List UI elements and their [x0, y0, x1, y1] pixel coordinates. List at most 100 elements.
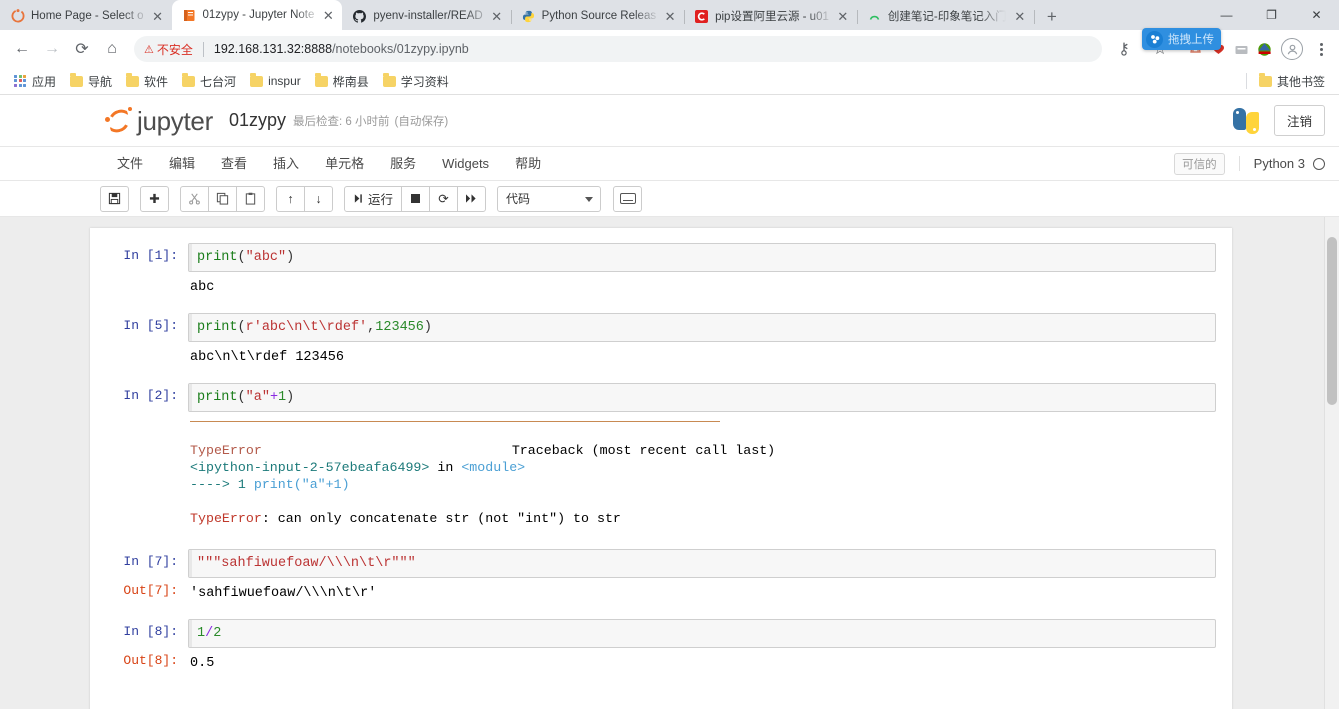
- cell-type-select[interactable]: 代码: [497, 185, 602, 212]
- jupyter-logo[interactable]: jupyter: [104, 106, 213, 136]
- code-token: print: [197, 250, 238, 265]
- chrome-menu-icon[interactable]: [1311, 42, 1331, 56]
- code-token: (: [237, 390, 246, 405]
- copy-cell-button[interactable]: [208, 185, 237, 212]
- bookmark-label: inspur: [268, 74, 301, 88]
- bookmark-label: 七台河: [200, 74, 237, 89]
- code-token: (: [237, 250, 246, 265]
- browser-tab-4[interactable]: Python Source Releas ✕: [511, 2, 686, 30]
- menu-item-kernel[interactable]: 服务: [377, 147, 429, 181]
- navigation-bar: ← → ⟳ ⌂ ⚠ 不安全 192.168.131.32:8888/notebo…: [0, 30, 1339, 68]
- notebook-cell-4[interactable]: In [7]: """sahfiwuefoaw/\\\n\t\r""": [106, 549, 1216, 578]
- bookmarks-divider: [1245, 73, 1247, 89]
- drag-upload-badge[interactable]: 拖拽上传: [1142, 28, 1221, 50]
- forward-button[interactable]: →: [38, 35, 66, 63]
- bookmark-apps[interactable]: 应用: [8, 70, 62, 93]
- code-input-area[interactable]: """sahfiwuefoaw/\\\n\t\r""": [188, 549, 1216, 578]
- extension-icon-4[interactable]: [1255, 40, 1273, 58]
- bookmark-label: 软件: [144, 74, 169, 89]
- notebook-cell-2[interactable]: In [5]: print(r'abc\n\t\rdef',123456): [106, 313, 1216, 342]
- page-scrollbar[interactable]: [1324, 217, 1339, 709]
- output-content: abc\n\t\rdef 123456: [188, 342, 1216, 369]
- code-input-area[interactable]: print(r'abc\n\t\rdef',123456): [188, 313, 1216, 342]
- menu-item-edit[interactable]: 编辑: [156, 147, 208, 181]
- notebook-cell-3[interactable]: In [2]: print("a"+1): [106, 383, 1216, 412]
- folder-icon: [1258, 73, 1272, 87]
- menu-item-widgets[interactable]: Widgets: [429, 147, 502, 181]
- browser-tab-6[interactable]: 创建笔记-印象笔记入门 ✕: [857, 2, 1035, 30]
- header-actions: 注销: [1232, 105, 1325, 136]
- tab-close-icon[interactable]: ✕: [1012, 8, 1028, 24]
- profile-avatar-icon[interactable]: [1281, 38, 1303, 60]
- tab-title: pip设置阿里云源 - u01: [715, 11, 829, 23]
- bookmark-item-2[interactable]: 软件: [120, 70, 174, 93]
- tab-close-icon[interactable]: ✕: [835, 8, 851, 24]
- menu-item-file[interactable]: 文件: [104, 147, 156, 181]
- folder-icon: [382, 73, 396, 87]
- run-cell-button[interactable]: 运行: [344, 185, 403, 212]
- code-input-area[interactable]: print("a"+1): [188, 383, 1216, 412]
- kernel-indicator[interactable]: Python 3: [1238, 156, 1325, 171]
- notebook-cell-1[interactable]: In [1]: print("abc"): [106, 243, 1216, 272]
- stop-square-icon: [411, 194, 421, 203]
- bookmark-label: 导航: [88, 74, 113, 89]
- notebook-cell-5[interactable]: In [8]: 1/2: [106, 619, 1216, 648]
- execute-result-output: 'sahfiwuefoaw/\\\n\t\r': [190, 586, 377, 601]
- tab-close-icon[interactable]: ✕: [150, 8, 166, 24]
- new-tab-button[interactable]: +: [1038, 2, 1066, 30]
- browser-tab-3[interactable]: pyenv-installer/READ ✕: [342, 2, 512, 30]
- cut-cell-button[interactable]: [180, 185, 209, 212]
- kernel-idle-icon: [1313, 157, 1325, 170]
- keyboard-icon: [619, 193, 636, 204]
- interrupt-kernel-button[interactable]: [401, 185, 431, 212]
- scrollbar-thumb[interactable]: [1327, 237, 1337, 405]
- browser-tab-2[interactable]: 01zypy - Jupyter Note ✕: [171, 0, 343, 30]
- paste-cell-button[interactable]: [236, 185, 265, 212]
- input-prompt: In [1]:: [123, 248, 178, 263]
- close-button[interactable]: ✕: [1294, 0, 1339, 30]
- traceback-arrow: ----> 1: [190, 477, 254, 492]
- address-bar[interactable]: ⚠ 不安全 192.168.131.32:8888/notebooks/01zy…: [134, 36, 1102, 62]
- tab-close-icon[interactable]: ✕: [320, 7, 336, 23]
- back-button[interactable]: ←: [8, 35, 36, 63]
- bookmark-item-3[interactable]: 七台河: [176, 70, 242, 93]
- home-button[interactable]: ⌂: [98, 35, 126, 63]
- code-input-area[interactable]: 1/2: [188, 619, 1216, 648]
- menu-item-insert[interactable]: 插入: [260, 147, 312, 181]
- cell-spacer: [106, 531, 1216, 549]
- extension-icon-3[interactable]: [1232, 40, 1250, 58]
- stream-output: abc\n\t\rdef 123456: [190, 350, 344, 365]
- input-prompt: In [8]:: [123, 624, 178, 639]
- security-warning[interactable]: ⚠ 不安全: [144, 41, 193, 58]
- traceback-message: : can only concatenate str (not "int") t…: [261, 511, 621, 526]
- tab-close-icon[interactable]: ✕: [662, 8, 678, 24]
- notebook-name[interactable]: 01zypy: [229, 110, 286, 131]
- minimize-button[interactable]: —: [1204, 0, 1249, 30]
- key-icon[interactable]: ⚷: [1110, 35, 1138, 63]
- move-cell-down-button[interactable]: ↓: [304, 185, 333, 212]
- restart-and-run-all-button[interactable]: [457, 185, 487, 212]
- bookmark-item-5[interactable]: 桦南县: [309, 70, 375, 93]
- menu-item-view[interactable]: 查看: [208, 147, 260, 181]
- bookmark-item-4[interactable]: inspur: [244, 71, 307, 91]
- logout-button[interactable]: 注销: [1273, 105, 1325, 136]
- input-prompt: In [2]:: [123, 388, 178, 403]
- other-bookmarks-button[interactable]: 其他书签: [1253, 70, 1331, 93]
- insert-cell-button[interactable]: ✚: [140, 185, 169, 212]
- browser-tab-1[interactable]: Home Page - Select o ✕: [0, 2, 172, 30]
- menu-item-help[interactable]: 帮助: [502, 147, 554, 181]
- code-input-area[interactable]: print("abc"): [188, 243, 1216, 272]
- omnibox-divider: [202, 41, 204, 57]
- browser-tab-5[interactable]: pip设置阿里云源 - u01 ✕: [684, 2, 858, 30]
- maximize-button[interactable]: ❐: [1249, 0, 1294, 30]
- restart-kernel-button[interactable]: ⟳: [429, 185, 459, 212]
- bookmark-item-6[interactable]: 学习资料: [377, 70, 455, 93]
- move-cell-up-button[interactable]: ↑: [276, 185, 305, 212]
- reload-button[interactable]: ⟳: [68, 35, 96, 63]
- menu-item-cell[interactable]: 单元格: [312, 147, 377, 181]
- chevron-down-icon: [585, 196, 594, 202]
- tab-close-icon[interactable]: ✕: [489, 8, 505, 24]
- command-palette-button[interactable]: [613, 185, 643, 212]
- save-button[interactable]: [100, 185, 129, 212]
- bookmark-item-1[interactable]: 导航: [64, 70, 118, 93]
